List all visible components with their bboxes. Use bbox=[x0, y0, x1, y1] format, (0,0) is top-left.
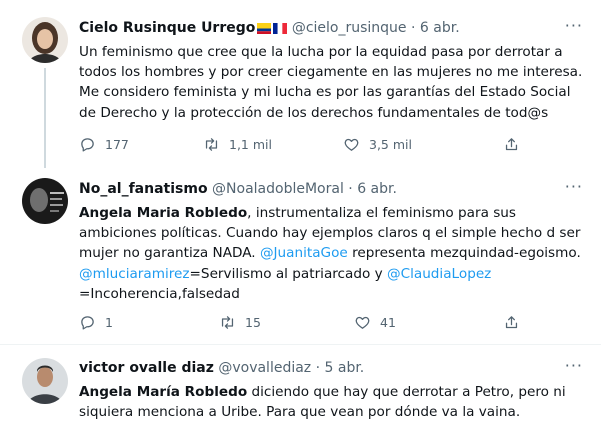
more-options-icon[interactable]: ··· bbox=[565, 358, 583, 374]
heart-icon bbox=[344, 138, 359, 151]
reply-button[interactable]: 177 bbox=[79, 136, 129, 153]
retweet-button[interactable]: 15 bbox=[219, 314, 261, 331]
mentioned-name: Angela María Robledo bbox=[79, 384, 248, 400]
display-name[interactable]: No_al_fanatismo bbox=[79, 181, 208, 197]
tweet-text: Angela María Robledo diciendo que hay qu… bbox=[79, 382, 589, 422]
tweet-3[interactable]: victor ovalle diaz @vovallediaz · 5 abr.… bbox=[0, 345, 601, 440]
reply-icon bbox=[81, 316, 94, 330]
colombia-flag-icon bbox=[257, 23, 272, 34]
tweet-2[interactable]: No_al_fanatismo @NoaladobleMoral · 6 abr… bbox=[0, 170, 601, 342]
share-button[interactable] bbox=[503, 136, 520, 153]
avatar[interactable] bbox=[22, 17, 68, 63]
retweet-count: 15 bbox=[245, 315, 261, 330]
mention-link[interactable]: @mluciaramirez bbox=[79, 266, 190, 282]
user-handle[interactable]: @vovallediaz bbox=[218, 360, 311, 376]
user-handle[interactable]: @NoaladobleMoral bbox=[212, 181, 344, 197]
avatar[interactable] bbox=[22, 178, 68, 224]
retweet-icon bbox=[221, 316, 234, 329]
like-count: 41 bbox=[380, 315, 396, 330]
tweet-text: Un feminismo que cree que la lucha por l… bbox=[79, 44, 583, 121]
retweet-icon bbox=[205, 138, 218, 151]
display-name[interactable]: Cielo Rusinque Urrego bbox=[79, 20, 255, 36]
text-segment: representa mezquindad-egoismo. bbox=[347, 245, 581, 262]
mentioned-name: Angela Maria Robledo bbox=[79, 205, 248, 221]
france-flag-icon bbox=[273, 23, 288, 34]
text-segment: =Incoherencia,falsedad bbox=[79, 285, 240, 302]
tweet-date[interactable]: 6 abr. bbox=[357, 181, 397, 197]
mention-link[interactable]: @ClaudiaLopez bbox=[387, 266, 491, 282]
tweet-text: Angela Maria Robledo, instrumentaliza el… bbox=[79, 203, 589, 304]
share-icon bbox=[505, 138, 518, 151]
user-handle[interactable]: @cielo_rusinque bbox=[292, 20, 407, 36]
share-icon bbox=[505, 316, 518, 329]
more-options-icon[interactable]: ··· bbox=[565, 179, 583, 195]
thread-line bbox=[44, 68, 46, 168]
more-options-icon[interactable]: ··· bbox=[565, 18, 583, 34]
share-button[interactable] bbox=[503, 314, 520, 331]
like-button[interactable]: 41 bbox=[354, 314, 396, 331]
display-name[interactable]: victor ovalle diaz bbox=[79, 360, 214, 376]
separator: · bbox=[348, 181, 353, 197]
tweet-date[interactable]: 5 abr. bbox=[325, 360, 365, 376]
reply-button[interactable]: 1 bbox=[79, 314, 113, 331]
separator: · bbox=[411, 20, 416, 36]
reply-icon bbox=[81, 138, 94, 152]
reply-count: 177 bbox=[105, 137, 129, 152]
separator: · bbox=[315, 360, 321, 376]
avatar[interactable] bbox=[22, 358, 68, 404]
retweet-count: 1,1 mil bbox=[229, 137, 272, 152]
tweet-header: victor ovalle diaz @vovallediaz · 5 abr. bbox=[79, 359, 364, 377]
tweet-header: No_al_fanatismo @NoaladobleMoral · 6 abr… bbox=[79, 180, 397, 198]
text-segment: =Servilismo al patriarcado y bbox=[189, 265, 387, 282]
heart-icon bbox=[355, 316, 370, 329]
reply-count: 1 bbox=[105, 315, 113, 330]
flags bbox=[255, 20, 288, 36]
mention-link[interactable]: @JuanitaGoe bbox=[260, 245, 348, 261]
like-count: 3,5 mil bbox=[369, 137, 412, 152]
retweet-button[interactable]: 1,1 mil bbox=[203, 136, 272, 153]
tweet-date[interactable]: 6 abr. bbox=[420, 20, 460, 36]
tweet-1[interactable]: Cielo Rusinque Urrego @cielo_rusinque · … bbox=[0, 0, 601, 170]
tweet-header: Cielo Rusinque Urrego @cielo_rusinque · … bbox=[79, 19, 460, 37]
like-button[interactable]: 3,5 mil bbox=[343, 136, 412, 153]
